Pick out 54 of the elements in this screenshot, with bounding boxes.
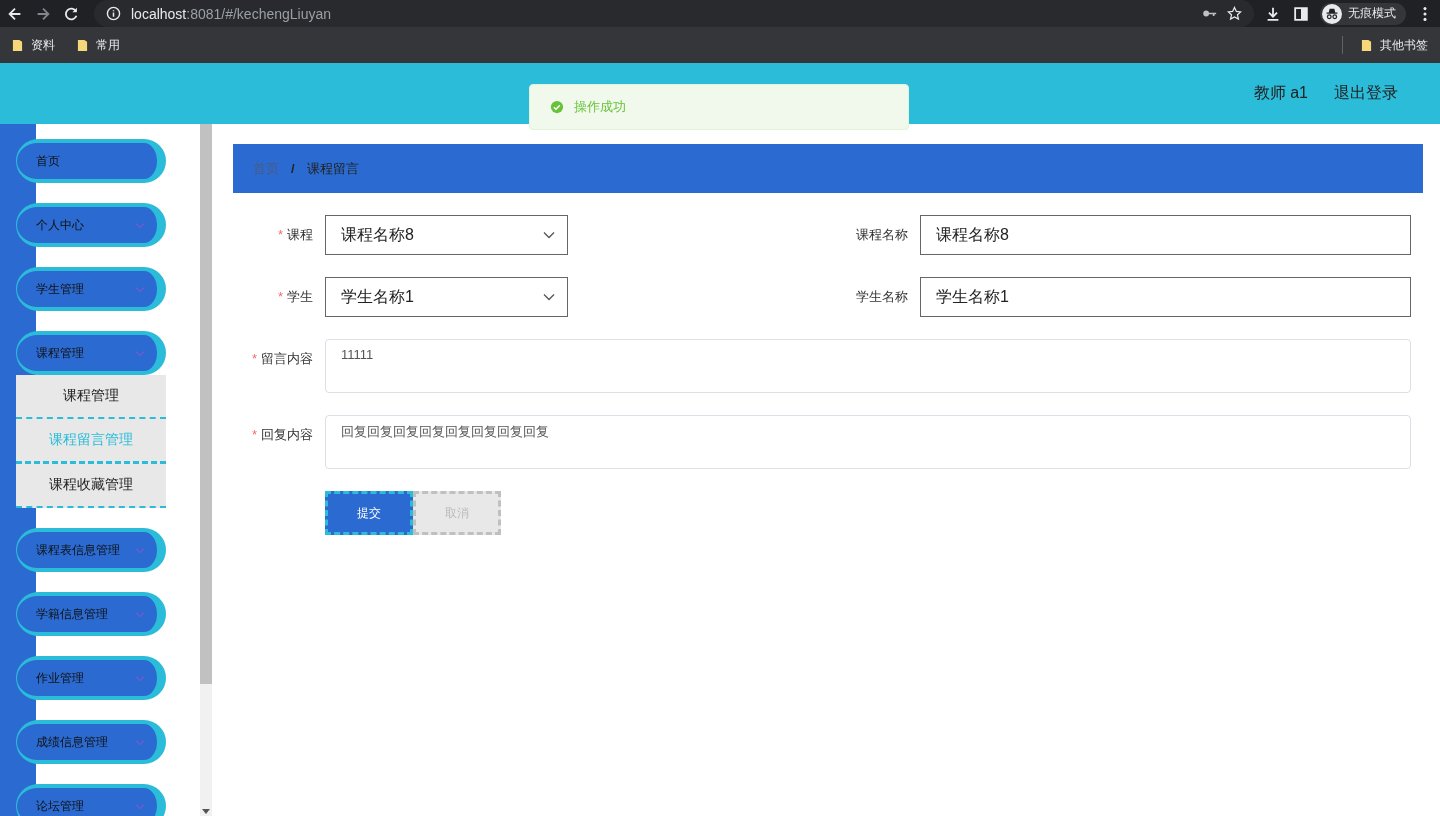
chevron-icon [135,349,145,357]
star-icon[interactable] [1227,6,1242,21]
text-area[interactable]: 11111 [325,339,1411,393]
select-field[interactable]: 学生名称1 [325,277,568,317]
chevron-icon [135,802,145,810]
chevron-icon [543,231,555,239]
submenu-item[interactable]: 课程管理 [16,375,166,419]
bookmark-icon [12,38,23,52]
menu-item[interactable]: 论坛管理 [16,784,166,816]
side-panel-icon[interactable] [1292,4,1310,23]
chevron-icon [135,738,145,746]
chevron-icon [135,221,145,229]
input-field[interactable]: 学生名称1 [920,277,1411,317]
chevron-icon [543,293,555,301]
menu-item[interactable]: 成绩信息管理 [16,720,166,764]
bookmark[interactable]: 常用 [73,36,124,54]
breadcrumb-item: 课程留言 [306,159,359,178]
field-label: * 回复内容 [250,426,314,444]
scroll-down-icon[interactable] [202,809,210,814]
bookmark-icon [1361,38,1372,52]
info-icon[interactable] [106,6,121,21]
submit-button[interactable]: 提交 [325,491,413,535]
input-field[interactable]: 课程名称8 [920,215,1411,255]
logout-link[interactable]: 退出登录 [1334,83,1398,104]
menu-item[interactable]: 课程管理 [16,331,166,375]
menu-item[interactable]: 学生管理 [16,267,166,311]
incognito-icon [1322,3,1342,24]
field-label: * 课程 [276,226,314,244]
field-label: 学生名称 [855,288,909,306]
menu-item[interactable]: 首页 [16,139,166,183]
bookmark[interactable]: 资料 [8,36,59,54]
select-field[interactable]: 课程名称8 [325,215,568,255]
menu-item[interactable]: 学籍信息管理 [16,592,166,636]
profile-button[interactable]: 无痕模式 [1320,2,1406,25]
chevron-icon [135,674,145,682]
menu-item[interactable]: 作业管理 [16,656,166,700]
text-area[interactable]: 回复回复回复回复回复回复回复回复 [325,415,1411,469]
submenu-item[interactable]: 课程收藏管理 [16,464,166,508]
chevron-icon [135,546,145,554]
breadcrumb-separator: / [291,161,295,176]
field-label: * 学生 [276,288,314,306]
scrollbar[interactable] [200,124,212,816]
bookmark-icon [77,38,88,52]
chevron-icon [135,610,145,618]
field-label: 课程名称 [855,226,909,244]
field-label: * 留言内容 [250,350,314,368]
success-icon [550,100,564,114]
menu-item[interactable]: 课程表信息管理 [16,528,166,572]
address-field[interactable]: localhost:8081/#/kechengLiuyan [94,0,1254,27]
menu-item[interactable]: 个人中心 [16,203,166,247]
bookmark[interactable]: 其他书签 [1357,36,1432,54]
chevron-icon [135,285,145,293]
user-name: 教师 a1 [1253,83,1308,103]
toast-message: 操作成功 [574,98,626,116]
